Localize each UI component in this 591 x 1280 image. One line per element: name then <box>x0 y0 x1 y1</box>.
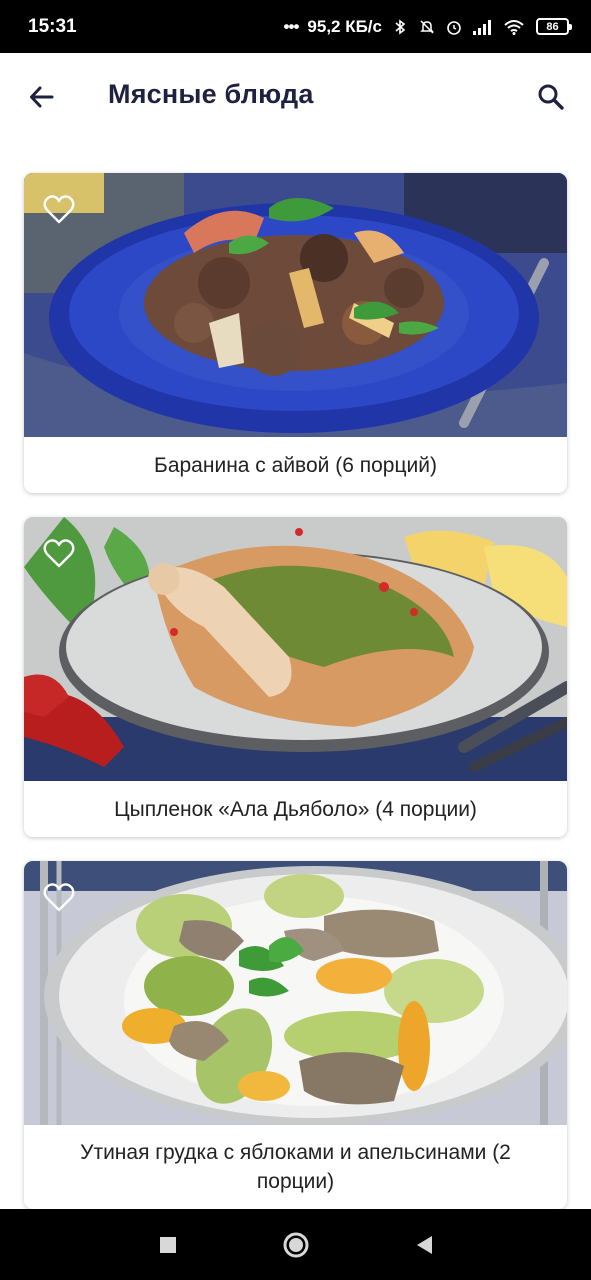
recipe-card[interactable]: Цыпленок «Ала Дьяболо» (4 порции) <box>24 517 567 837</box>
bluetooth-icon <box>395 18 406 35</box>
recents-button[interactable] <box>152 1229 184 1261</box>
back-triangle-icon <box>416 1235 432 1254</box>
favorite-heart-icon[interactable] <box>42 193 76 227</box>
recents-square-icon <box>159 1236 176 1253</box>
status-time: 15:31 <box>28 15 77 37</box>
chicken-dish-image <box>24 517 567 781</box>
screen: 15:31 ••• 95,2 КБ/с 86 Мясные блюда Бара… <box>0 0 591 1280</box>
back-button[interactable] <box>24 79 60 115</box>
search-button[interactable] <box>531 77 571 117</box>
signal-icon <box>473 19 491 35</box>
mute-icon <box>420 19 434 34</box>
home-circle-icon <box>283 1232 308 1257</box>
app-bar: Мясные блюда <box>0 53 591 141</box>
more-dots-icon: ••• <box>283 16 300 36</box>
recipe-card[interactable]: Утиная грудка с яблоками и апельсинами (… <box>24 861 567 1209</box>
battery-icon: 86 <box>536 18 572 35</box>
favorite-heart-icon[interactable] <box>42 881 76 915</box>
arrow-left-icon <box>30 86 54 108</box>
favorite-heart-icon[interactable] <box>42 537 76 571</box>
wifi-icon <box>504 19 524 35</box>
search-icon <box>538 84 564 110</box>
home-button[interactable] <box>280 1229 312 1261</box>
recipe-title: Цыпленок «Ала Дьяболо» (4 порции) <box>114 797 477 821</box>
battery-level: 86 <box>546 20 559 33</box>
status-bar: 15:31 ••• 95,2 КБ/с 86 <box>0 0 591 53</box>
duck-dish-image <box>24 861 567 1125</box>
recipe-title: Баранина с айвой (6 порций) <box>154 453 437 477</box>
recipe-image <box>24 173 567 437</box>
recipe-card[interactable]: Баранина с айвой (6 порций) <box>24 173 567 493</box>
lamb-dish-image <box>24 173 567 437</box>
page-title: Мясные блюда <box>108 79 314 109</box>
recipe-title: Утиная грудка с яблоками и апельсинами (… <box>80 1141 511 1193</box>
system-nav-bar <box>0 1209 591 1280</box>
network-speed: 95,2 КБ/с <box>307 16 382 36</box>
recipe-image <box>24 517 567 781</box>
recipe-image <box>24 861 567 1125</box>
alarm-icon <box>447 20 461 35</box>
system-back-button[interactable] <box>408 1229 440 1261</box>
status-icons: ••• 95,2 КБ/с 86 <box>283 16 572 37</box>
